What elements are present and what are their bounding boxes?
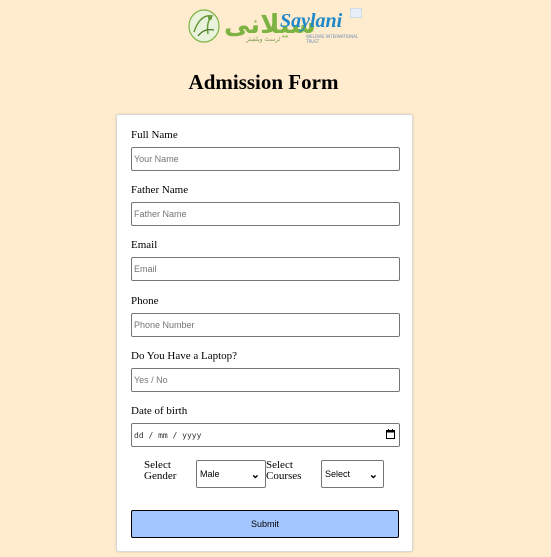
saylani-logo: سیلانی Saylani ٹرسٹ ویلفیئر WELFARE INTE…	[186, 4, 366, 46]
gender-select[interactable]: Male ⌄	[196, 460, 266, 488]
logo-tagline-urdu: ٹرسٹ ویلفیئر	[246, 36, 281, 43]
chevron-down-icon: ⌄	[368, 469, 378, 481]
courses-label-line2: Courses	[266, 470, 302, 482]
laptop-label: Do You Have a Laptop?	[131, 350, 238, 362]
gender-label: Select Gender	[144, 460, 176, 482]
submit-button[interactable]: Submit	[131, 510, 399, 538]
phone-input[interactable]	[131, 313, 400, 337]
full-name-input[interactable]	[131, 147, 400, 171]
page-title: Admission Form	[188, 70, 339, 94]
logo-emblem-icon	[188, 9, 220, 43]
email-input[interactable]	[131, 257, 400, 281]
admission-form: Full Name Father Name Email Phone Do You…	[116, 114, 413, 552]
father-name-input[interactable]	[131, 202, 400, 226]
dob-placeholder: dd / mm / yyyy	[134, 431, 202, 440]
courses-value: Select	[325, 469, 351, 479]
email-label: Email	[131, 239, 158, 251]
logo-english-text: Saylani	[280, 10, 343, 32]
gender-label-line2: Gender	[144, 470, 177, 482]
dob-input[interactable]: dd / mm / yyyy	[131, 423, 400, 447]
father-name-label: Father Name	[131, 184, 189, 196]
courses-select[interactable]: Select ⌄	[321, 460, 384, 488]
courses-label: Select Courses	[266, 460, 301, 482]
dob-label: Date of birth	[131, 405, 188, 417]
gender-value: Male	[200, 469, 220, 479]
chevron-down-icon: ⌄	[250, 469, 260, 481]
laptop-input[interactable]	[131, 368, 400, 392]
logo-badge-icon	[350, 8, 362, 18]
logo-tagline-english: WELFARE INTERNATIONAL TRUST	[306, 34, 359, 44]
calendar-icon[interactable]	[386, 429, 395, 439]
phone-label: Phone	[131, 295, 159, 307]
full-name-label: Full Name	[131, 129, 178, 141]
